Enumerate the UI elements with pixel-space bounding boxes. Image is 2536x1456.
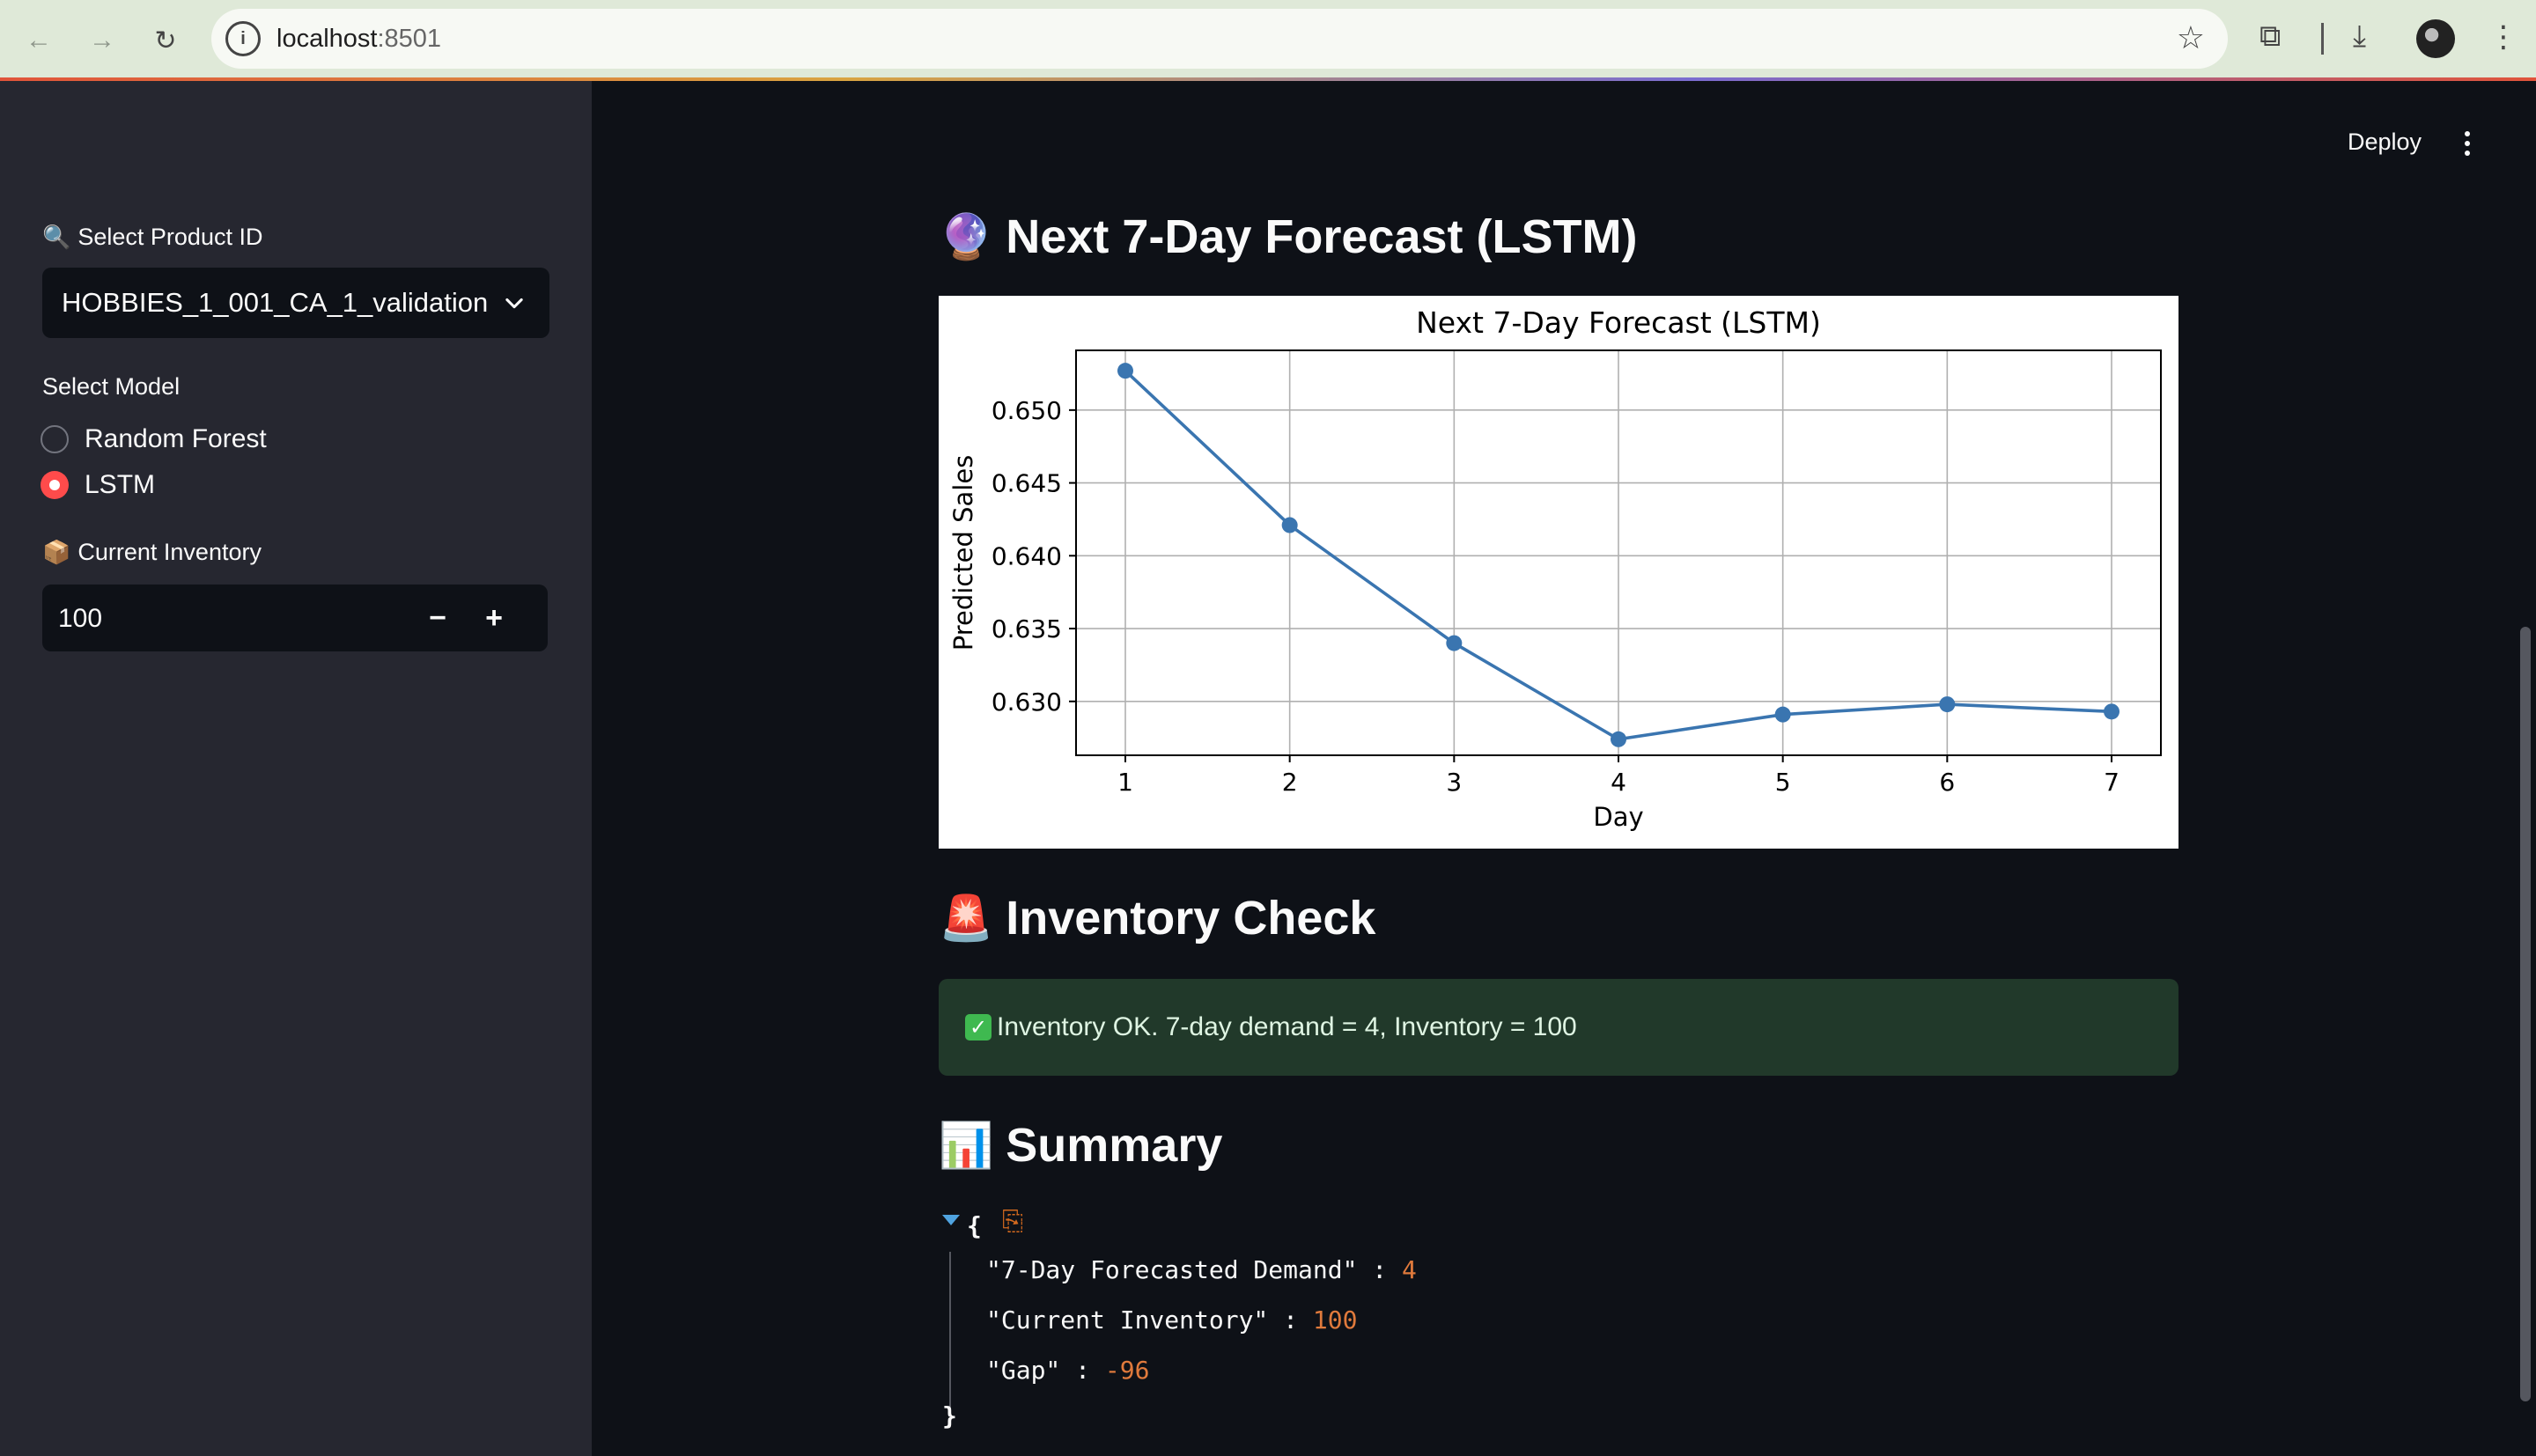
forward-arrow-icon[interactable]: → xyxy=(83,21,122,60)
inventory-value[interactable]: 100 xyxy=(58,604,102,634)
radio-random-forest[interactable]: Random Forest xyxy=(41,424,267,454)
radio-circle[interactable] xyxy=(41,425,69,453)
x-tick-label: 4 xyxy=(1611,768,1626,797)
bar-chart-icon: 📊 xyxy=(939,1120,994,1170)
sidebar: 🔍 Select Product ID HOBBIES_1_001_CA_1_v… xyxy=(0,81,592,1456)
inventory-number-input[interactable]: 100 − + xyxy=(42,585,548,651)
decrement-button[interactable]: − xyxy=(416,599,460,637)
inventory-label: Current Inventory xyxy=(77,539,262,565)
bookmark-star-icon[interactable]: ☆ xyxy=(2177,19,2205,56)
x-tick-label: 1 xyxy=(1117,768,1133,797)
deploy-button[interactable]: Deploy xyxy=(2348,129,2422,156)
y-tick-label: 0.640 xyxy=(992,541,1062,570)
product-select-value: HOBBIES_1_001_CA_1_validation xyxy=(62,287,489,318)
inventory-heading: 🚨 Inventory Check xyxy=(939,891,1375,945)
forecast-chart-svg: 1 2 3 4 5 6 7 0.630 0.635 0.640 0.645 0.650 Next 7-D… xyxy=(948,305,2162,832)
reload-icon[interactable]: ↻ xyxy=(146,21,185,60)
json-entry: "Gap" : -96 xyxy=(986,1356,1150,1385)
data-point xyxy=(1446,635,1463,651)
json-indent-guide xyxy=(949,1252,951,1407)
extensions-icon[interactable]: ⧉ xyxy=(2260,19,2281,54)
y-tick-label: 0.635 xyxy=(992,614,1062,643)
json-brace-close: } xyxy=(942,1401,957,1430)
chevron-down-icon[interactable] xyxy=(502,290,527,315)
alert-message: Inventory OK. 7-day demand = 4, Inventor… xyxy=(997,1012,1577,1041)
alert-content: ✓ Inventory OK. 7-day demand = 4, Invent… xyxy=(965,1012,1577,1042)
x-tick-label: 3 xyxy=(1446,768,1462,797)
browser-menu-icon[interactable]: ⋮ xyxy=(2488,19,2518,55)
json-brace-open: { xyxy=(967,1211,982,1240)
data-point xyxy=(2104,703,2119,720)
inventory-success-alert: ✓ Inventory OK. 7-day demand = 4, Invent… xyxy=(939,979,2178,1076)
increment-button[interactable]: + xyxy=(472,599,516,637)
y-tick-label: 0.650 xyxy=(992,396,1062,425)
summary-title: Summary xyxy=(1006,1119,1223,1172)
product-label: Select Product ID xyxy=(77,224,263,250)
check-mark-icon: ✓ xyxy=(965,1014,992,1041)
data-point xyxy=(1281,517,1298,533)
profile-avatar[interactable] xyxy=(2416,19,2455,58)
data-point xyxy=(1117,363,1133,379)
copy-clipboard-icon[interactable]: ⎘ xyxy=(1002,1206,1023,1237)
inventory-label-row: 📦 Current Inventory xyxy=(42,539,262,566)
radio-circle-selected[interactable] xyxy=(41,471,69,499)
x-tick-label: 7 xyxy=(2104,768,2119,797)
download-icon[interactable]: ⤓ xyxy=(2353,19,2366,54)
json-entry: "7-Day Forecasted Demand" : 4 xyxy=(986,1255,1417,1284)
main-menu-icon[interactable] xyxy=(2457,129,2478,158)
data-point xyxy=(1774,706,1791,723)
y-axis-label: Predicted Sales xyxy=(948,455,978,651)
x-tick-label: 2 xyxy=(1282,768,1298,797)
radio-label: Random Forest xyxy=(85,424,267,453)
x-axis-label: Day xyxy=(1593,802,1643,832)
json-entry: "Current Inventory" : 100 xyxy=(986,1305,1358,1335)
magnifier-icon: 🔍 xyxy=(42,224,71,250)
y-tick-label: 0.630 xyxy=(992,688,1062,717)
back-arrow-icon[interactable]: ← xyxy=(19,21,58,60)
x-tick-label: 5 xyxy=(1775,768,1791,797)
forecast-heading: 🔮 Next 7-Day Forecast (LSTM) xyxy=(939,210,1637,264)
summary-json: { ⎘ "7-Day Forecasted Demand" : 4 "Curre… xyxy=(939,1202,1819,1440)
collapse-caret-icon[interactable] xyxy=(942,1215,960,1225)
summary-heading: 📊 Summary xyxy=(939,1118,1222,1173)
browser-toolbar: ← → ↻ i localhost:8501 ☆ ⧉ ⤓ ⋮ xyxy=(0,0,2536,81)
url-text[interactable]: localhost:8501 xyxy=(276,25,441,54)
toolbar-divider xyxy=(2321,23,2324,55)
product-label-row: 🔍 Select Product ID xyxy=(42,224,262,251)
radio-label: LSTM xyxy=(85,470,156,499)
chart-title: Next 7-Day Forecast (LSTM) xyxy=(1416,305,1821,340)
forecast-title: Next 7-Day Forecast (LSTM) xyxy=(1006,210,1638,263)
product-select[interactable]: HOBBIES_1_001_CA_1_validation xyxy=(42,268,549,338)
crystal-ball-icon: 🔮 xyxy=(939,211,994,261)
site-info-icon[interactable]: i xyxy=(225,21,261,56)
siren-icon: 🚨 xyxy=(939,893,994,943)
x-tick-label: 6 xyxy=(1939,768,1955,797)
y-tick-label: 0.645 xyxy=(992,469,1062,498)
main-scrollbar[interactable] xyxy=(2520,627,2531,1401)
radio-lstm[interactable]: LSTM xyxy=(41,470,155,500)
data-point xyxy=(1939,696,1956,713)
forecast-chart: 1 2 3 4 5 6 7 0.630 0.635 0.640 0.645 0.650 Next 7-D… xyxy=(939,296,2178,849)
address-bar[interactable]: i localhost:8501 ☆ xyxy=(211,9,2228,69)
model-label: Select Model xyxy=(42,373,181,400)
package-icon: 📦 xyxy=(42,539,71,565)
data-point xyxy=(1611,731,1626,747)
inventory-title: Inventory Check xyxy=(1006,892,1376,945)
